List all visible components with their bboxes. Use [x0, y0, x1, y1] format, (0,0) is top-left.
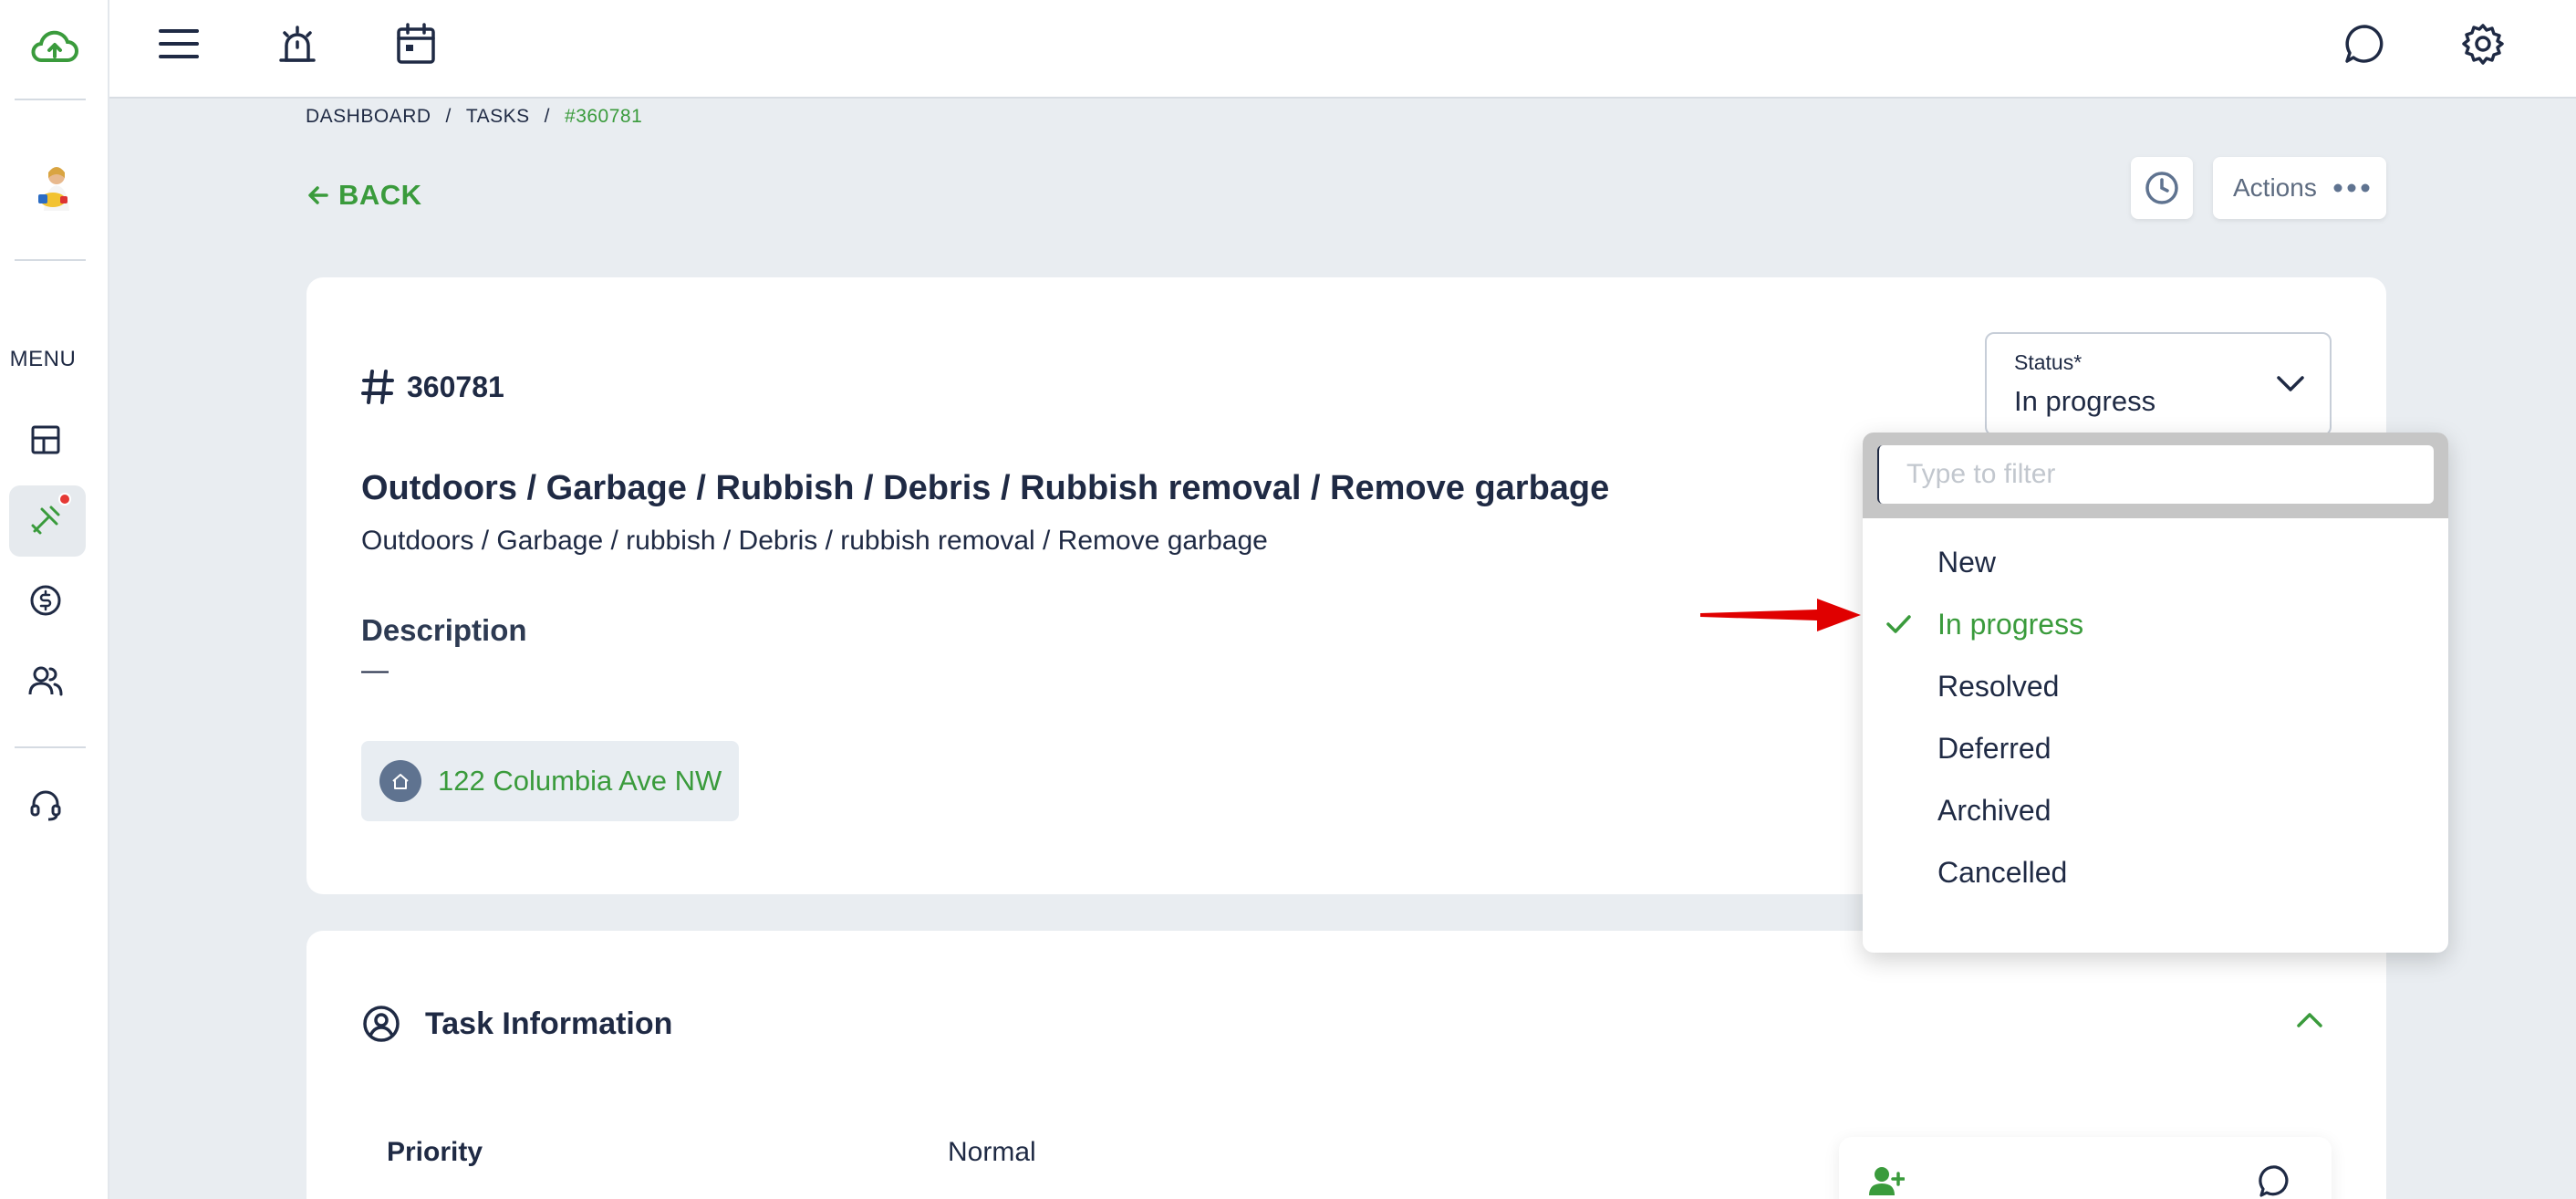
- dollar-icon[interactable]: [0, 573, 91, 628]
- more-dots-icon: [2333, 183, 2370, 193]
- users-icon[interactable]: [0, 653, 91, 708]
- user-circle-icon: [363, 1006, 400, 1042]
- home-icon: [379, 760, 421, 802]
- back-label: BACK: [338, 179, 422, 211]
- status-label: Status*: [2014, 350, 2083, 374]
- status-option-in-progress[interactable]: In progress: [1863, 593, 2448, 655]
- task-information-title: Task Information: [425, 1006, 673, 1041]
- headset-icon[interactable]: [0, 777, 91, 832]
- clock-icon: [2145, 172, 2178, 204]
- task-number: 360781: [361, 369, 504, 405]
- description-value: —: [361, 655, 389, 685]
- arrow-left-icon: [308, 186, 328, 204]
- calendar-icon[interactable]: [389, 16, 443, 71]
- status-option-archived[interactable]: Archived: [1863, 779, 2448, 841]
- chat-icon[interactable]: [2337, 16, 2392, 71]
- user-add-icon[interactable]: [1868, 1164, 1905, 1197]
- status-option-new[interactable]: New: [1863, 531, 2448, 593]
- avatar[interactable]: [0, 155, 109, 219]
- comment-icon[interactable]: [2259, 1164, 2293, 1199]
- actions-button[interactable]: Actions: [2213, 157, 2386, 219]
- cloud-upload-icon[interactable]: [0, 20, 109, 75]
- status-option-deferred[interactable]: Deferred: [1863, 717, 2448, 779]
- filter-wrapper: [1863, 433, 2448, 518]
- task-information-card: Task Information Priority Normal: [306, 931, 2386, 1199]
- status-option-label: In progress: [1937, 607, 2084, 641]
- history-button[interactable]: [2131, 157, 2193, 219]
- topbar: [109, 0, 2576, 99]
- hash-icon: [361, 370, 394, 404]
- sidebar-divider: [15, 99, 86, 100]
- task-subtitle: Outdoors / Garbage / rubbish / Debris / …: [361, 526, 1268, 556]
- status-dropdown: New In progress Resolved Deferred Archiv…: [1863, 433, 2448, 953]
- tools-icon[interactable]: [0, 493, 91, 547]
- breadcrumb-current: #360781: [565, 106, 643, 127]
- notification-dot: [58, 493, 71, 506]
- menu-label: MENU: [9, 347, 77, 371]
- back-button[interactable]: BACK: [307, 179, 422, 212]
- breadcrumb: DASHBOARD / TASKS / #360781: [306, 106, 643, 127]
- status-option-cancelled[interactable]: Cancelled: [1863, 841, 2448, 903]
- status-option-resolved[interactable]: Resolved: [1863, 655, 2448, 717]
- sidebar: MENU: [0, 0, 109, 1199]
- chevron-down-icon: [2277, 376, 2304, 391]
- red-arrow-annotation: [1700, 599, 1861, 631]
- hamburger-menu-icon[interactable]: [151, 16, 206, 71]
- task-number-value: 360781: [407, 370, 504, 403]
- assignee-panel: [1839, 1137, 2332, 1199]
- task-title: Outdoors / Garbage / Rubbish / Debris / …: [361, 469, 1610, 507]
- sidebar-divider: [15, 259, 86, 261]
- filter-input[interactable]: [1877, 445, 2434, 504]
- status-value: In progress: [2014, 385, 2156, 417]
- chevron-up-icon[interactable]: [2295, 1011, 2324, 1029]
- breadcrumb-dashboard[interactable]: DASHBOARD: [306, 106, 431, 127]
- priority-label: Priority: [387, 1137, 483, 1167]
- priority-value: Normal: [948, 1137, 1036, 1167]
- status-select[interactable]: Status* In progress: [1985, 332, 2332, 436]
- address-chip[interactable]: 122 Columbia Ave NW: [361, 741, 739, 821]
- dashboard-icon[interactable]: [0, 412, 91, 467]
- gear-icon[interactable]: [2456, 16, 2510, 71]
- address-text: 122 Columbia Ave NW: [438, 765, 722, 797]
- breadcrumb-tasks[interactable]: TASKS: [466, 106, 530, 127]
- alarm-icon[interactable]: [270, 16, 325, 71]
- actions-label: Actions: [2233, 173, 2317, 202]
- description-label: Description: [361, 613, 527, 647]
- check-icon: [1886, 615, 1911, 633]
- task-information-header[interactable]: Task Information: [361, 1004, 672, 1044]
- sidebar-divider: [15, 746, 86, 748]
